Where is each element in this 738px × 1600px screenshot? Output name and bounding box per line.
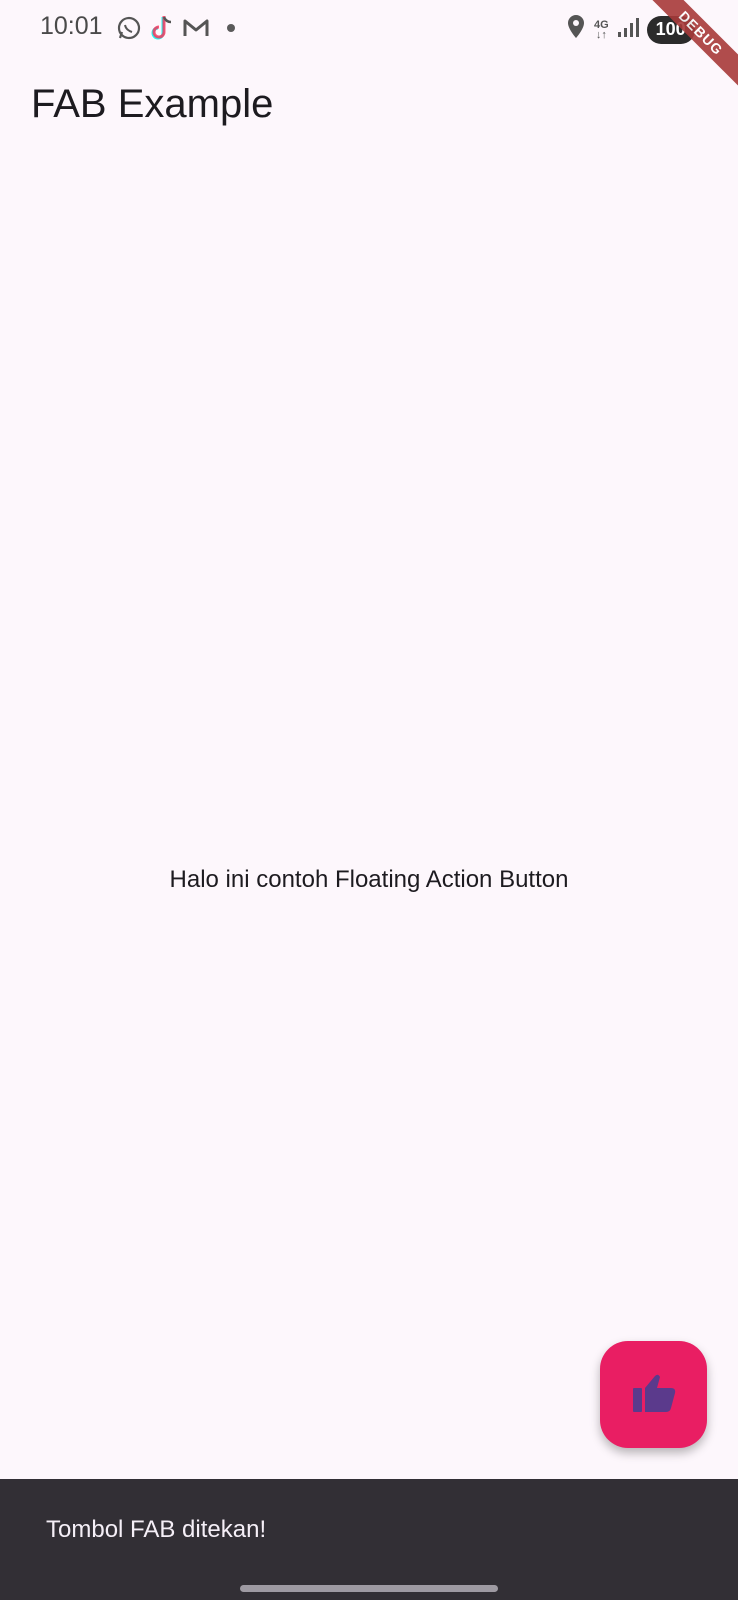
floating-action-button[interactable] (600, 1341, 707, 1448)
tiktok-icon (149, 14, 175, 42)
status-bar: 10:01 4G ↓↑ 100 (0, 0, 738, 58)
app-bar-title: FAB Example (31, 82, 274, 126)
location-icon (566, 14, 586, 45)
signal-icon (617, 16, 639, 43)
notification-icons (116, 14, 235, 42)
thumb-up-icon (631, 1372, 677, 1417)
network-type: 4G ↓↑ (594, 18, 609, 41)
status-time: 10:01 (40, 12, 103, 40)
gmail-icon (182, 16, 210, 40)
home-indicator[interactable] (240, 1585, 498, 1592)
snackbar-message: Tombol FAB ditekan! (46, 1516, 267, 1543)
snackbar: Tombol FAB ditekan! (0, 1479, 738, 1600)
center-text: Halo ini contoh Floating Action Button (169, 866, 569, 893)
dot-icon (227, 24, 235, 32)
whatsapp-icon (116, 15, 142, 41)
